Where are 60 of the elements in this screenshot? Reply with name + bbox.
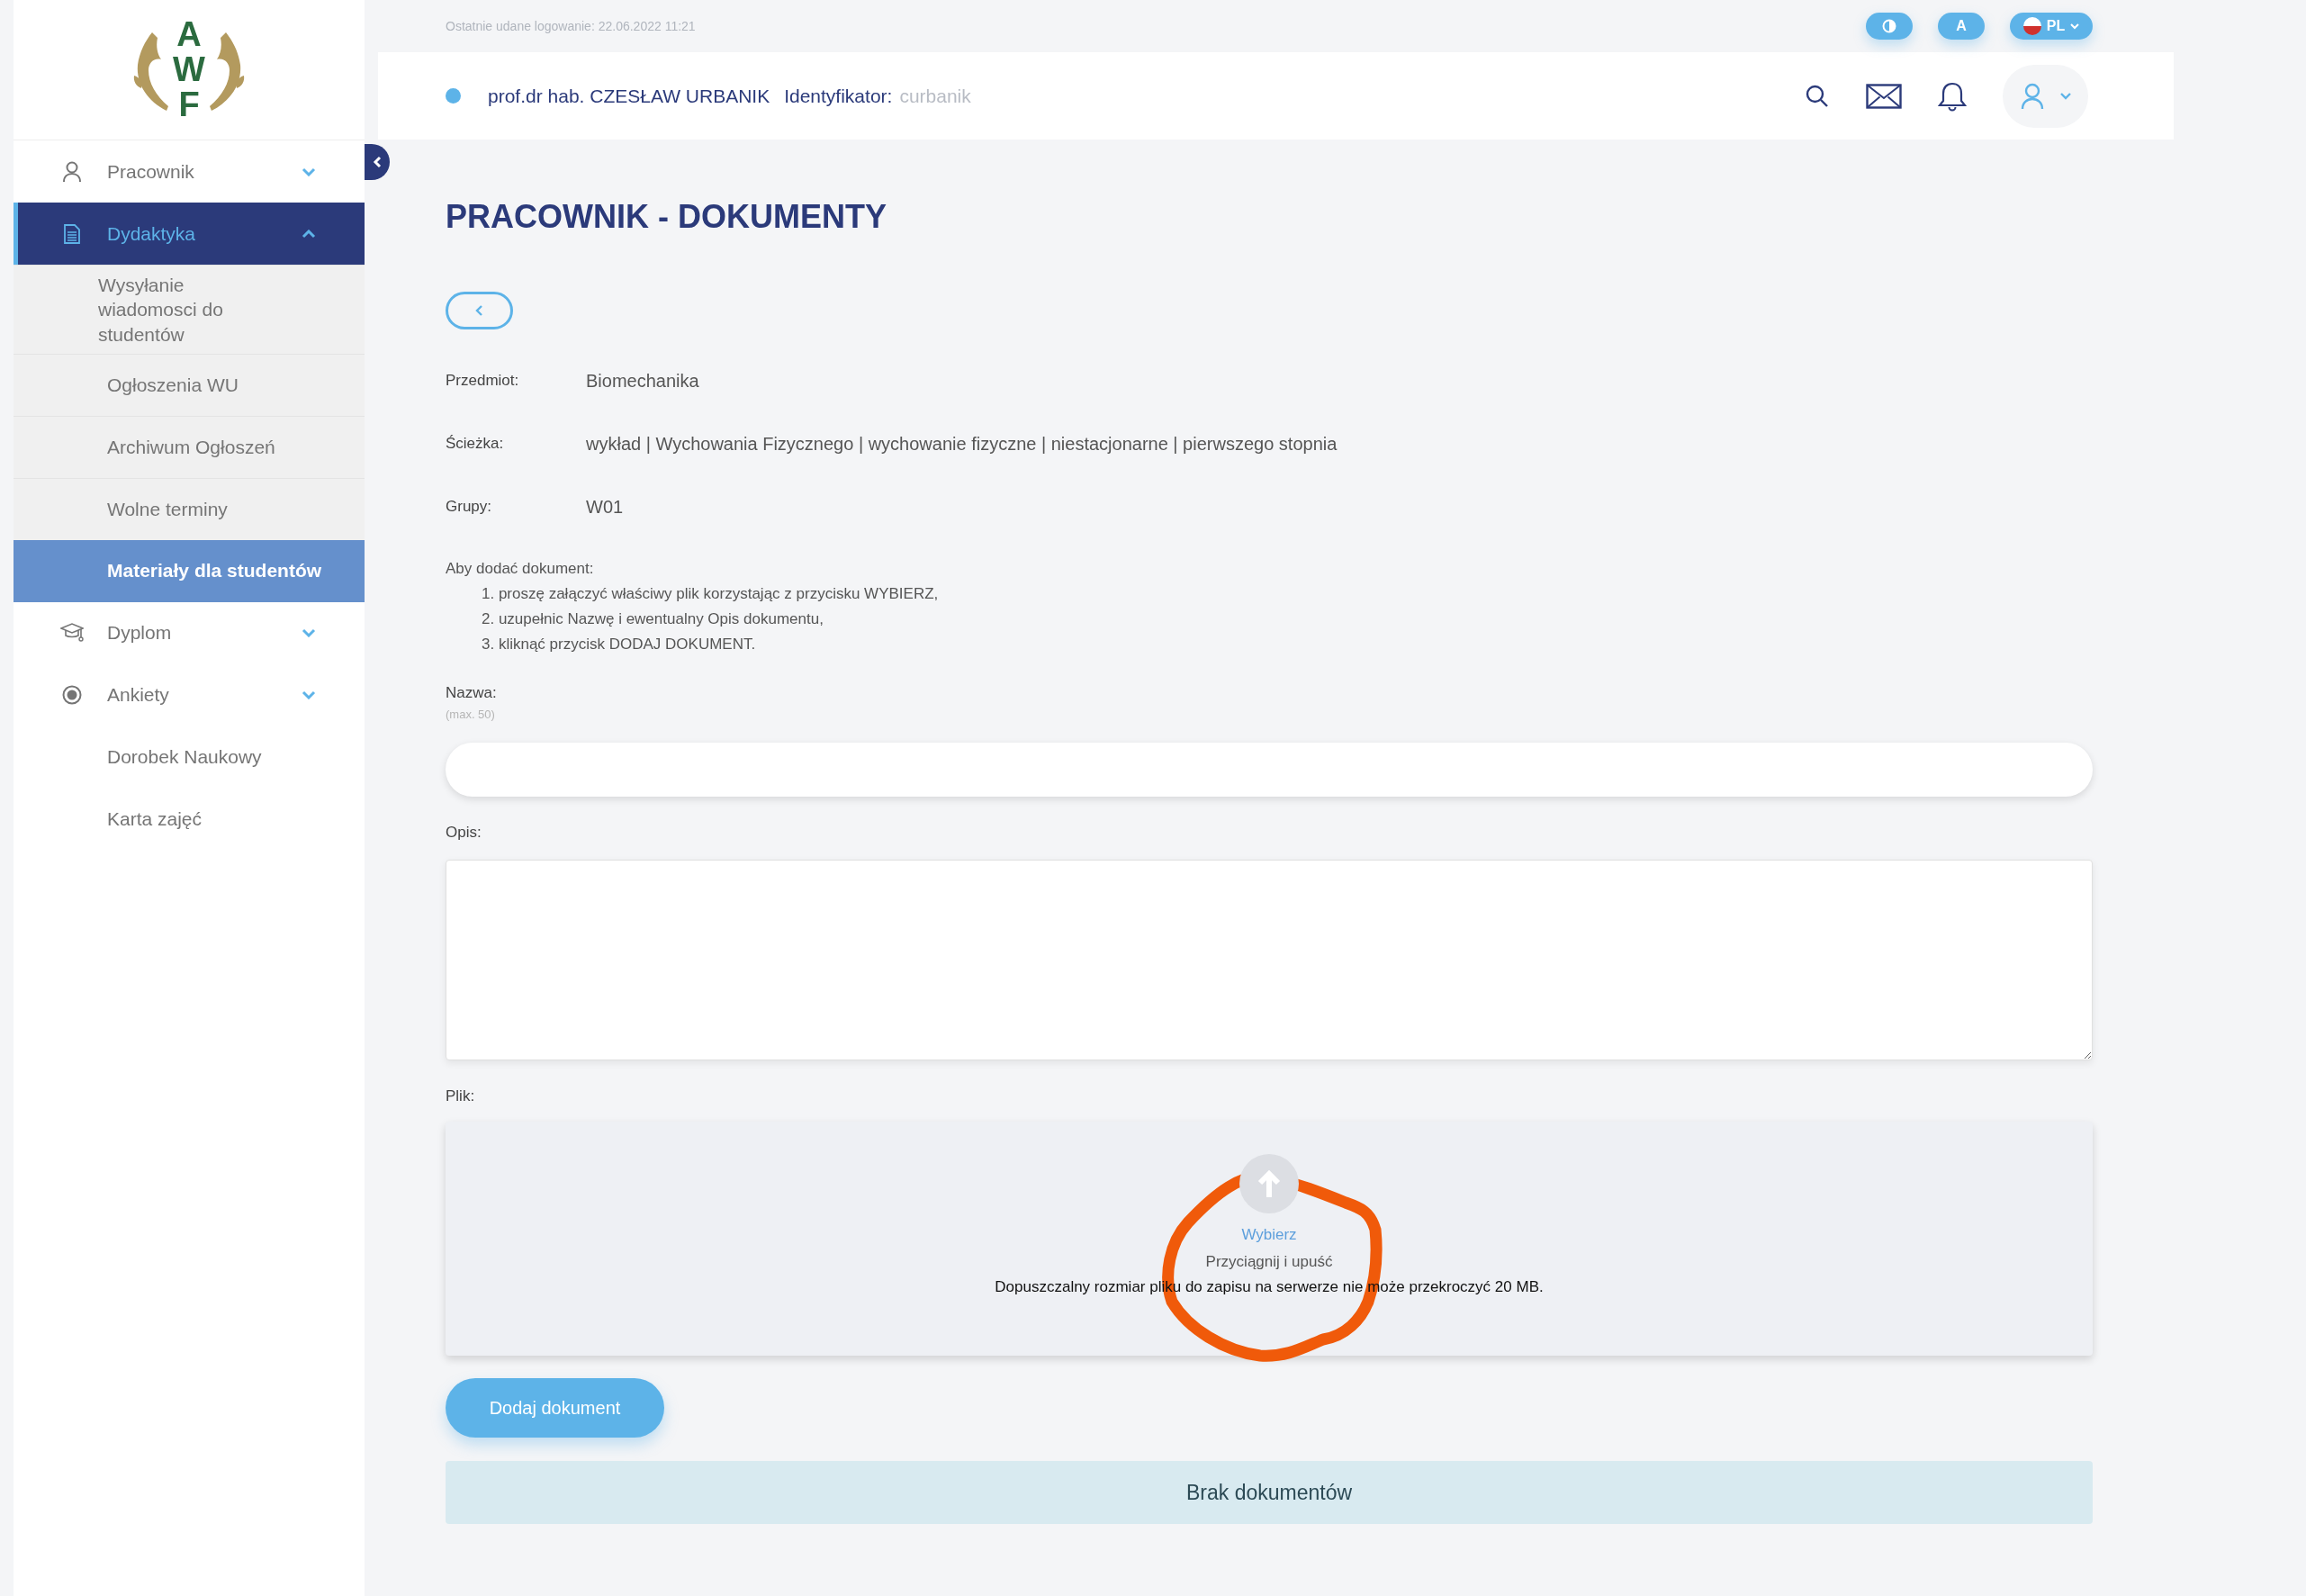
submenu-item[interactable]: Archiwum Ogłoszeń — [14, 415, 365, 478]
chevron-down-icon — [302, 167, 316, 176]
person-icon — [62, 160, 82, 183]
field-label: Przedmiot: — [446, 372, 520, 390]
back-button[interactable] — [446, 292, 513, 329]
contrast-button[interactable] — [1866, 13, 1913, 40]
page-title: PRACOWNIK - DOKUMENTY — [446, 198, 887, 236]
add-document-button[interactable]: Dodaj dokument — [446, 1378, 664, 1438]
field-label: Nazwa: — [446, 684, 498, 702]
submenu-item[interactable]: Wolne terminy — [14, 477, 365, 540]
mail-button[interactable] — [1866, 83, 1902, 109]
status-dot — [446, 88, 461, 104]
field-label: Grupy: — [446, 498, 493, 516]
font-size-button[interactable]: A — [1938, 13, 1985, 40]
chevron-down-icon — [302, 690, 316, 700]
instruction-step: 3. kliknąć przycisk DODAJ DOKUMENT. — [446, 632, 2093, 657]
user-name: prof.dr hab. CZESŁAW URBANIK — [488, 85, 770, 107]
field-hint: (max. 50) — [446, 708, 496, 721]
document-icon — [64, 223, 80, 244]
last-login-text: Ostatnie udane logowanie: 22.06.2022 11:21 — [446, 19, 697, 33]
instructions-intro: Aby dodać dokument: — [446, 559, 595, 579]
sidebar-item[interactable]: Dyplom — [14, 601, 365, 664]
logo-text: AWF — [172, 17, 206, 122]
instruction-step: 2. uzupełnic Nazwę i ewentualny Opis dokumentu, — [446, 607, 2093, 632]
chevron-down-icon — [2059, 92, 2071, 100]
sidebar-item[interactable]: Dydaktyka — [14, 203, 365, 265]
chevron-left-icon — [474, 304, 484, 317]
chevron-left-icon — [372, 156, 383, 168]
drag-and-drop-text: Przyciągnij i upuść — [1205, 1253, 1333, 1271]
submenu-item[interactable]: Ogłoszenia WU — [14, 353, 365, 416]
sidebar-item[interactable]: Pracownik — [14, 140, 365, 203]
sidebar-item[interactable]: Karta zajęć — [14, 788, 365, 851]
identifier-label: Identyfikator: — [784, 85, 893, 107]
field-value: Biomechanika — [586, 370, 699, 392]
chevron-down-icon — [2070, 23, 2080, 30]
radio-button-icon — [62, 685, 82, 706]
language-button[interactable]: PL — [2010, 13, 2093, 40]
chevron-down-icon — [302, 628, 316, 638]
sidebar-item[interactable]: Dorobek Naukowy — [14, 726, 365, 789]
field-label: Opis: — [446, 824, 482, 842]
collapse-sidebar-button[interactable] — [365, 144, 390, 180]
contrast-icon — [1882, 19, 1896, 33]
search-button[interactable] — [1805, 83, 1830, 109]
notifications-button[interactable] — [1938, 80, 1967, 112]
sidebar-item[interactable]: Ankiety — [14, 663, 365, 726]
field-label: Ścieżka: — [446, 435, 505, 453]
name-input-field[interactable] — [446, 743, 2093, 797]
empty-documents-message: Brak dokumentów — [446, 1461, 2093, 1524]
chevron-up-icon — [302, 229, 316, 239]
user-icon — [2020, 82, 2044, 110]
choose-file-link[interactable]: Wybierz — [1241, 1226, 1297, 1244]
field-value: wykład | Wychowania Fizycznego | wychowanie fizyczne | niestacjonarne | pierwszego stopnia — [586, 433, 1338, 455]
submenu-item[interactable]: Wysyłanie wiadomosci do studentów — [14, 265, 365, 354]
field-value: W01 — [586, 496, 624, 518]
identifier-value: curbanik — [899, 85, 972, 107]
field-label: Plik: — [446, 1087, 476, 1105]
flag-icon — [2022, 17, 2041, 35]
submenu-item[interactable]: Materiały dla studentów — [14, 539, 365, 602]
instruction-step: 1. proszę załączyć właściwy plik korzystając z przycisku WYBIERZ, — [446, 582, 2093, 607]
graduation-cap-icon — [60, 623, 84, 644]
